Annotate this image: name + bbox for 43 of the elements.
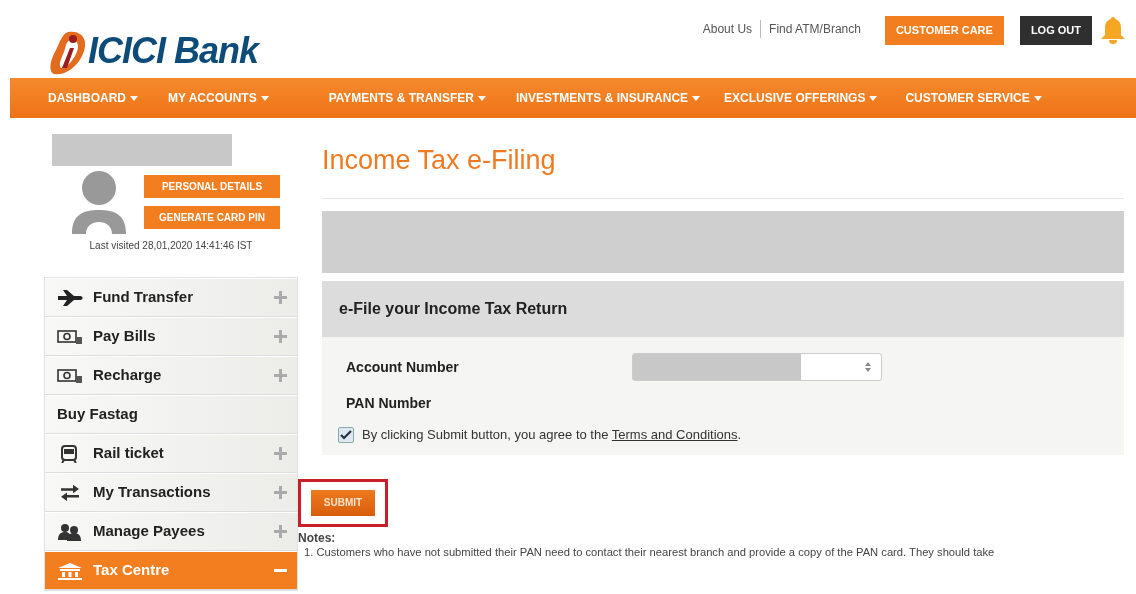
- caret-icon: [478, 96, 487, 102]
- caret-icon: [260, 96, 269, 102]
- caret-icon: [1033, 96, 1042, 102]
- page-title: Income Tax e-Filing: [322, 144, 557, 177]
- caret-icon: [130, 96, 138, 102]
- field-label: Account Number: [346, 357, 460, 377]
- submit-button: SUBMIT: [311, 489, 375, 516]
- plus-icon[interactable]: [274, 291, 287, 304]
- plus-icon[interactable]: [274, 447, 287, 460]
- terms-link[interactable]: Terms and Conditions: [611, 427, 738, 443]
- agreement-text: By clicking Submit button, you agree to the Terms and Conditions.: [362, 426, 742, 445]
- account-select[interactable]: [632, 353, 882, 382]
- caret-icon: [692, 96, 701, 102]
- airplane-icon: [57, 288, 83, 307]
- plus-icon[interactable]: [274, 330, 287, 343]
- sidebar-item[interactable]: Pay Bills: [45, 317, 297, 356]
- spinner-arrows-icon: [865, 362, 871, 373]
- notes-heading: Notes:: [298, 530, 337, 545]
- checkbox[interactable]: [338, 427, 354, 444]
- logout-button[interactable]: LOG OUT: [1019, 16, 1092, 45]
- logo-text[interactable]: ICICI Bank: [88, 24, 259, 78]
- sidebar-item[interactable]: Rail ticket: [45, 434, 297, 473]
- caret-icon: [869, 96, 878, 102]
- sidebar-item[interactable]: Fund Transfer: [45, 278, 297, 317]
- plus-icon[interactable]: [274, 525, 287, 538]
- bell-icon[interactable]: [1100, 16, 1126, 44]
- plus-icon[interactable]: [274, 486, 287, 499]
- header-link[interactable]: Find ATM/Branch: [760, 20, 869, 38]
- last-visited-text: Last visited 28,01,2020 14:41:46 IST: [88, 239, 254, 253]
- sidebar-item[interactable]: Manage Payees: [45, 512, 297, 551]
- note-text: 1. Customers who have not submitted their PAN need to contact their nearest branch and provide a copy of the PAN card. They should take: [303, 544, 996, 559]
- banknote-icon: [57, 327, 83, 346]
- sidebar-item[interactable]: Recharge: [45, 356, 297, 395]
- avatar-icon: [70, 170, 128, 234]
- plus-icon[interactable]: [274, 369, 287, 382]
- banknote-icon: [57, 366, 83, 385]
- sidebar-item[interactable]: Buy Fastag: [45, 395, 297, 434]
- form-title: e-File your Income Tax Return: [339, 299, 568, 320]
- sidebar-item[interactable]: My Transactions: [45, 473, 297, 512]
- people-icon: [57, 522, 83, 541]
- field-label: PAN Number: [346, 393, 433, 413]
- bank-building-icon: [57, 561, 83, 580]
- header-link[interactable]: About Us: [694, 20, 761, 38]
